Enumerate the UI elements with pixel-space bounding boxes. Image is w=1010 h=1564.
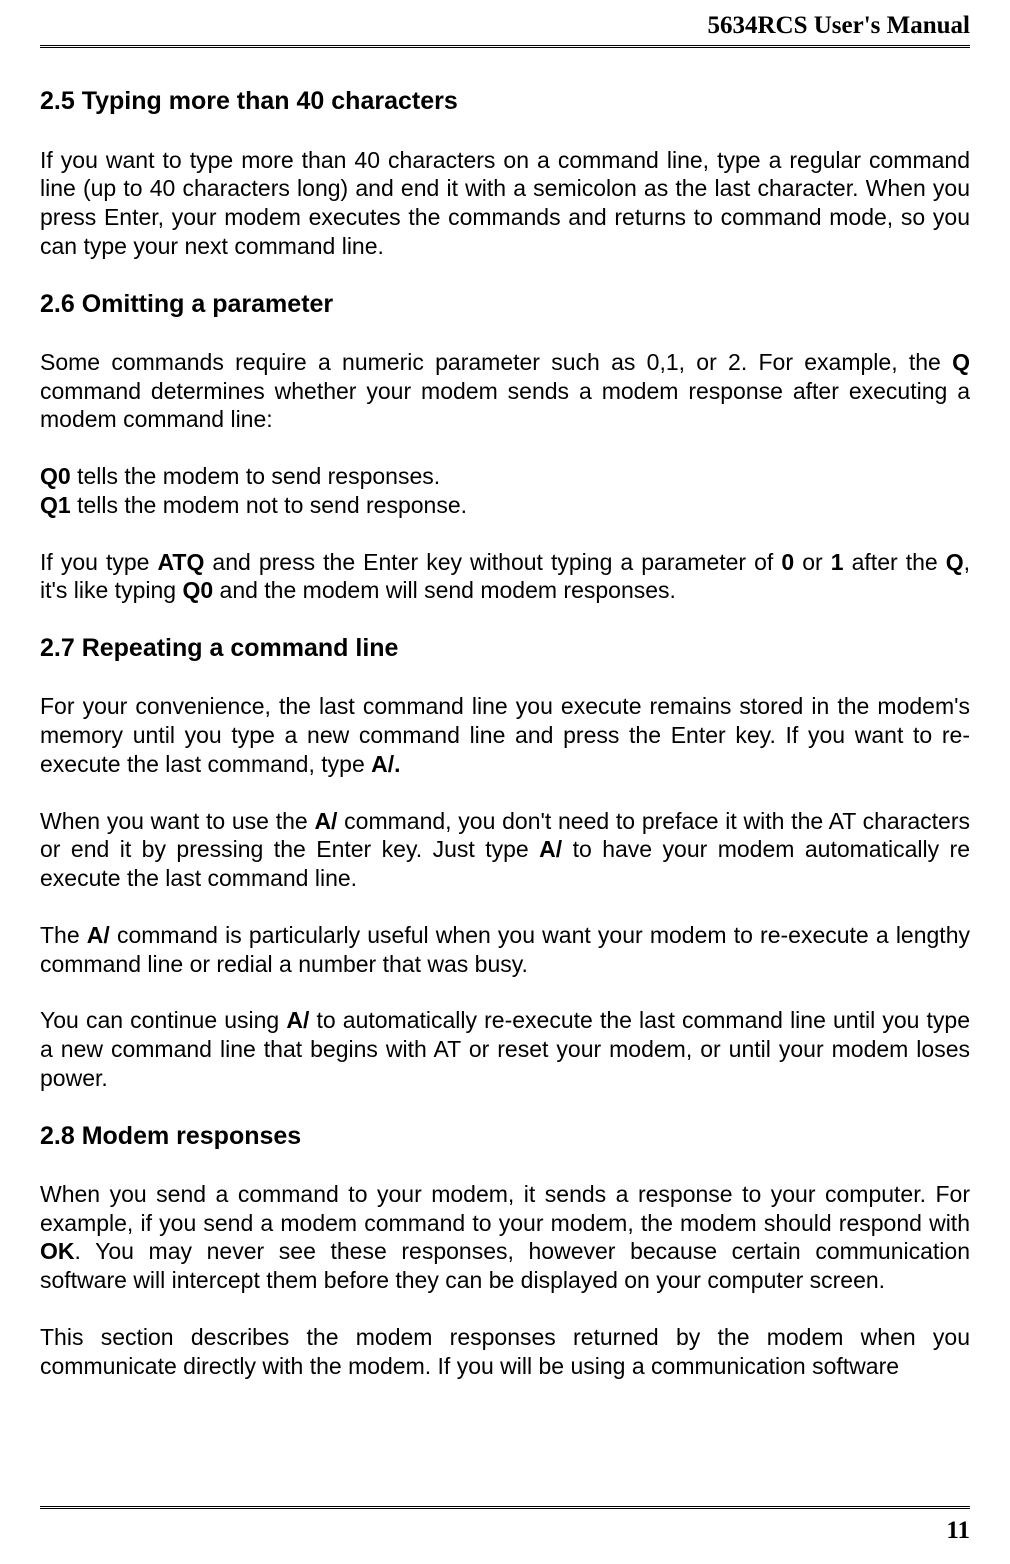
- bold-text: Q: [952, 349, 970, 375]
- text: Some commands require a numeric paramete…: [40, 349, 952, 375]
- section-2-8-p1: When you send a command to your modem, i…: [40, 1180, 970, 1295]
- bold-text: A/: [87, 922, 110, 948]
- section-2-7-p4: You can continue using A/ to automatical…: [40, 1006, 970, 1092]
- text: after the: [844, 549, 946, 575]
- section-2-6-line1: Q0 tells the modem to send responses.: [40, 462, 970, 491]
- bold-text: 0: [781, 549, 794, 575]
- text: tells the modem to send responses.: [71, 463, 440, 489]
- text: If you type: [40, 549, 158, 575]
- text: The: [40, 922, 87, 948]
- section-2-6-line2: Q1 tells the modem not to send response.: [40, 491, 970, 520]
- bold-text: Q1: [40, 492, 71, 518]
- bold-text: 1: [831, 549, 844, 575]
- section-heading-2-6: 2.6 Omitting a parameter: [40, 289, 970, 320]
- text: or: [794, 549, 831, 575]
- page-number: 11: [946, 1517, 970, 1544]
- text: When you send a command to your modem, i…: [40, 1181, 970, 1236]
- section-heading-2-7: 2.7 Repeating a command line: [40, 633, 970, 664]
- text: command is particularly useful when you …: [40, 922, 970, 977]
- section-2-7-p1: For your convenience, the last command l…: [40, 692, 970, 778]
- section-2-8-p2: This section describes the modem respons…: [40, 1323, 970, 1381]
- text: You can continue using: [40, 1007, 286, 1033]
- section-2-6-p2: If you type ATQ and press the Enter key …: [40, 548, 970, 606]
- header-title: 5634RCS User's Manual: [707, 12, 970, 39]
- section-heading-2-8: 2.8 Modem responses: [40, 1121, 970, 1152]
- page-footer: 11: [40, 1506, 970, 1546]
- section-2-5-p1: If you want to type more than 40 charact…: [40, 146, 970, 261]
- text: command determines whether your modem se…: [40, 378, 970, 433]
- text: . You may never see these responses, how…: [40, 1238, 970, 1293]
- page-content: 2.5 Typing more than 40 characters If yo…: [40, 48, 970, 1380]
- section-2-6-p1: Some commands require a numeric paramete…: [40, 348, 970, 434]
- section-2-7-p2: When you want to use the A/ command, you…: [40, 807, 970, 893]
- bold-text: ATQ: [158, 549, 205, 575]
- text: and the modem will send modem responses.: [213, 577, 676, 603]
- text: tells the modem not to send response.: [71, 492, 467, 518]
- bold-text: A/: [314, 808, 337, 834]
- bold-text: A/: [539, 836, 562, 862]
- bold-text: OK: [40, 1238, 75, 1264]
- bold-text: Q0: [182, 577, 213, 603]
- section-heading-2-5: 2.5 Typing more than 40 characters: [40, 86, 970, 117]
- bold-text: A/.: [371, 751, 400, 777]
- text: For your convenience, the last command l…: [40, 693, 970, 777]
- text: and press the Enter key without typing a…: [204, 549, 781, 575]
- page-header: 5634RCS User's Manual: [40, 0, 970, 48]
- bold-text: A/: [286, 1007, 309, 1033]
- section-2-7-p3: The A/ command is particularly useful wh…: [40, 921, 970, 979]
- bold-text: Q0: [40, 463, 71, 489]
- text: When you want to use the: [40, 808, 314, 834]
- bold-text: Q: [946, 549, 964, 575]
